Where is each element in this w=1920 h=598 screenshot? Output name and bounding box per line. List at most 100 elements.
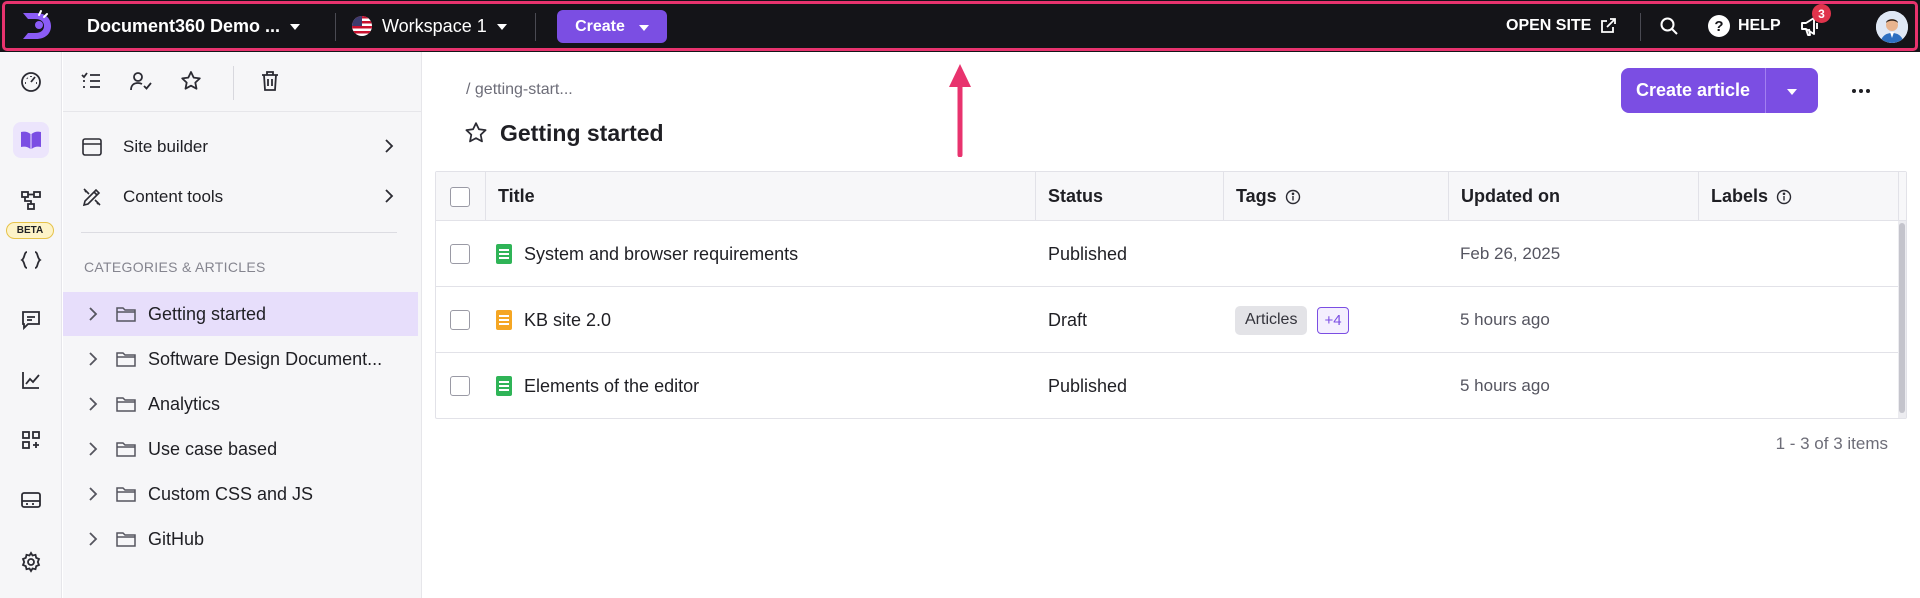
content-tools-link[interactable]: Content tools bbox=[63, 174, 422, 218]
tags-cell: Articles +4 bbox=[1235, 287, 1349, 353]
beta-badge: BETA bbox=[6, 222, 54, 239]
dashboard-icon[interactable] bbox=[13, 64, 49, 100]
apps-icon[interactable] bbox=[13, 422, 49, 458]
title-cell[interactable]: System and browser requirements bbox=[496, 221, 798, 287]
pagination-summary: 1 - 3 of 3 items bbox=[1775, 434, 1888, 453]
more-tags-chip[interactable]: +4 bbox=[1317, 306, 1349, 334]
column-header-labels[interactable]: Labels bbox=[1699, 172, 1899, 221]
help-label: HELP bbox=[1738, 17, 1781, 34]
feedback-icon[interactable] bbox=[13, 302, 49, 338]
my-articles-icon[interactable] bbox=[125, 66, 157, 96]
table-scrollbar[interactable] bbox=[1898, 221, 1906, 418]
workspace-selector[interactable]: Workspace 1 bbox=[352, 13, 507, 39]
scrollbar-thumb[interactable] bbox=[1899, 223, 1905, 413]
row-checkbox[interactable] bbox=[450, 244, 470, 264]
category-label: Analytics bbox=[148, 394, 221, 414]
recycle-bin-icon[interactable] bbox=[254, 66, 286, 96]
article-title[interactable]: System and browser requirements bbox=[524, 244, 798, 265]
row-checkbox[interactable] bbox=[450, 310, 470, 330]
avatar[interactable] bbox=[1876, 11, 1908, 43]
folder-icon bbox=[115, 483, 137, 505]
site-builder-link[interactable]: Site builder bbox=[63, 124, 422, 168]
articles-table: Title Status Tags Updated on Labels Syst… bbox=[435, 171, 1907, 419]
info-icon[interactable] bbox=[1285, 189, 1301, 205]
divider bbox=[335, 13, 336, 41]
folder-icon bbox=[115, 348, 137, 370]
chevron-down-icon bbox=[638, 24, 649, 31]
select-all-checkbox[interactable] bbox=[450, 186, 470, 207]
updated-cell: 5 hours ago bbox=[1460, 376, 1550, 395]
top-navigation-bar: Document360 Demo ... Workspace 1 Create … bbox=[0, 0, 1920, 52]
column-header-updated-on[interactable]: Updated on bbox=[1449, 172, 1699, 221]
status-cell: Published bbox=[1048, 243, 1128, 264]
divider bbox=[233, 66, 234, 100]
article-title[interactable]: Elements of the editor bbox=[524, 376, 699, 397]
us-flag-icon bbox=[352, 16, 372, 36]
published-document-icon bbox=[496, 244, 512, 264]
document360-logo[interactable] bbox=[19, 9, 55, 43]
table-header: Title Status Tags Updated on Labels bbox=[436, 172, 1906, 221]
chevron-right-icon[interactable] bbox=[85, 396, 101, 412]
category-item-getting-started[interactable]: Getting started bbox=[63, 292, 418, 336]
project-name: Document360 Demo ... bbox=[87, 15, 281, 36]
create-article-button[interactable]: Create article bbox=[1621, 68, 1818, 113]
category-label: GitHub bbox=[148, 529, 205, 549]
help-button[interactable]: ? HELP bbox=[1708, 14, 1781, 38]
select-all-cell bbox=[436, 172, 486, 221]
status-cell: Published bbox=[1048, 375, 1128, 396]
widgets-icon[interactable] bbox=[13, 482, 49, 518]
analytics-icon[interactable] bbox=[13, 362, 49, 398]
project-selector[interactable]: Document360 Demo ... bbox=[87, 13, 301, 39]
category-label: Getting started bbox=[148, 304, 267, 324]
chevron-right-icon[interactable] bbox=[85, 441, 101, 457]
column-header-title[interactable]: Title bbox=[486, 172, 1036, 221]
chevron-right-icon[interactable] bbox=[85, 306, 101, 322]
table-row[interactable]: KB site 2.0 Draft Articles +4 5 hours ag… bbox=[436, 287, 1898, 353]
divider bbox=[535, 13, 536, 41]
title-cell[interactable]: KB site 2.0 bbox=[496, 287, 611, 353]
category-item-custom-css-js[interactable]: Custom CSS and JS bbox=[63, 472, 418, 516]
table-row[interactable]: System and browser requirements Publishe… bbox=[436, 221, 1898, 287]
column-label: Title bbox=[498, 186, 535, 206]
column-header-tags[interactable]: Tags bbox=[1224, 172, 1449, 221]
all-articles-icon[interactable] bbox=[75, 66, 107, 96]
row-checkbox[interactable] bbox=[450, 376, 470, 396]
settings-icon[interactable] bbox=[13, 544, 49, 580]
info-icon[interactable] bbox=[1776, 189, 1792, 205]
category-item-analytics[interactable]: Analytics bbox=[63, 382, 418, 426]
chevron-right-icon[interactable] bbox=[85, 486, 101, 502]
help-icon: ? bbox=[1708, 15, 1730, 37]
api-icon[interactable] bbox=[13, 242, 49, 278]
workspace-name: Workspace 1 bbox=[382, 15, 487, 36]
chevron-down-icon bbox=[1787, 88, 1797, 95]
more-options-icon[interactable] bbox=[1846, 78, 1876, 104]
category-item-software-design[interactable]: Software Design Document... bbox=[63, 337, 418, 381]
category-sidebar: Site builder Content tools CATEGORIES & … bbox=[63, 52, 422, 598]
create-article-label[interactable]: Create article bbox=[1621, 68, 1766, 113]
chevron-right-icon[interactable] bbox=[85, 351, 101, 367]
status-cell: Draft bbox=[1048, 309, 1088, 330]
open-site-link[interactable]: OPEN SITE bbox=[1506, 14, 1617, 38]
create-article-dropdown[interactable] bbox=[1766, 68, 1818, 113]
table-row[interactable]: Elements of the editor Published 5 hours… bbox=[436, 353, 1898, 419]
tag-chip[interactable]: Articles bbox=[1235, 305, 1308, 335]
external-link-icon bbox=[1599, 17, 1617, 35]
left-rail: BETA bbox=[0, 52, 62, 598]
chevron-right-icon[interactable] bbox=[85, 531, 101, 547]
chevron-right-icon bbox=[381, 138, 397, 154]
create-label: Create bbox=[575, 17, 625, 35]
documentation-icon[interactable] bbox=[13, 122, 49, 158]
starred-icon[interactable] bbox=[175, 66, 207, 96]
category-label: Custom CSS and JS bbox=[148, 484, 314, 504]
category-item-github[interactable]: GitHub bbox=[63, 517, 418, 561]
row-select-cell bbox=[450, 353, 470, 419]
article-title[interactable]: KB site 2.0 bbox=[524, 310, 611, 331]
breadcrumb[interactable]: / getting-start... bbox=[466, 81, 573, 99]
search-icon[interactable] bbox=[1656, 13, 1682, 39]
workflow-icon[interactable] bbox=[13, 182, 49, 218]
title-cell[interactable]: Elements of the editor bbox=[496, 353, 699, 419]
create-button[interactable]: Create bbox=[557, 10, 667, 43]
category-item-use-case-based[interactable]: Use case based bbox=[63, 427, 418, 471]
column-header-status[interactable]: Status bbox=[1036, 172, 1224, 221]
favorite-star-icon[interactable] bbox=[464, 121, 488, 145]
